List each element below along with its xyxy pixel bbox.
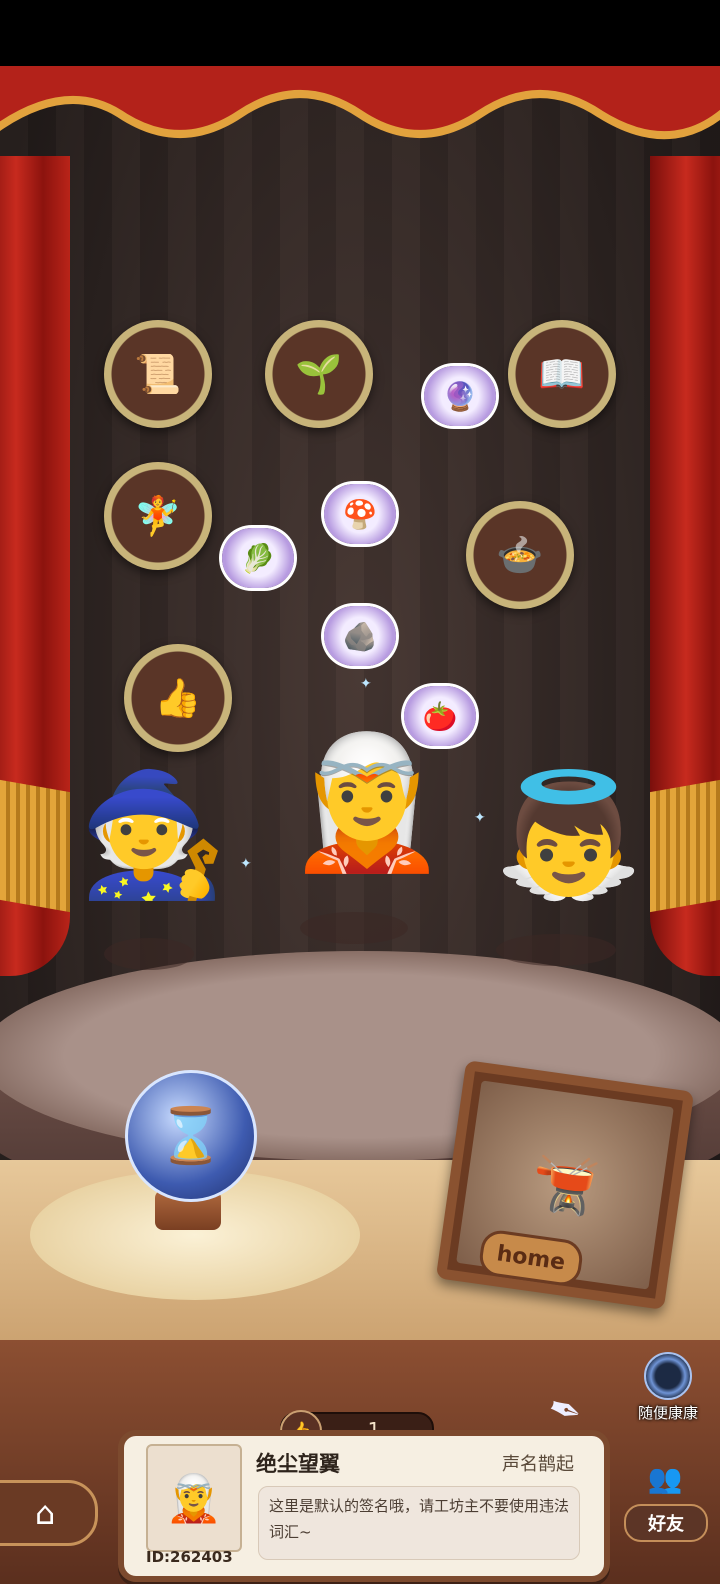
- sprout-icon: 🌱: [295, 351, 343, 396]
- random-visit-button[interactable]: 随便康康: [634, 1352, 702, 1422]
- home-icon: ⌂: [34, 1494, 56, 1532]
- profile-card: 🧝 ID:262403 绝尘望翼 声名鹊起 这里是默认的签名哦，请工坊主不要使用…: [118, 1430, 610, 1582]
- friends-button[interactable]: 👥 好友: [616, 1462, 714, 1542]
- sparkle-icon: ✦: [360, 676, 372, 692]
- certificate-icon: 📜: [134, 351, 182, 396]
- cauldron-picture-icon: 🫕: [527, 1148, 603, 1221]
- random-visit-label: 随便康康: [637, 1404, 698, 1422]
- thumb-plant-icon: 👍: [154, 675, 202, 720]
- player-title: 声名鹊起: [502, 1454, 574, 1475]
- player-id: ID:262403: [146, 1548, 233, 1566]
- sparkle-icon: ✦: [474, 810, 486, 826]
- status-bar: [0, 0, 720, 66]
- sparkle-icon: ✦: [240, 856, 252, 872]
- mushroom-bubble[interactable]: 🍄: [324, 484, 396, 544]
- friends-icon: 👥: [647, 1462, 683, 1495]
- ore-bubble[interactable]: 🪨: [324, 606, 396, 666]
- right-curtain-fringe: [650, 779, 720, 913]
- cauldron-medallion[interactable]: 🍲: [466, 501, 574, 609]
- hourglass-icon: ⌛: [157, 1104, 225, 1167]
- avatar[interactable]: 🧝: [146, 1444, 242, 1552]
- thumb-plant-medallion[interactable]: 👍: [124, 644, 232, 752]
- signature-text[interactable]: 这里是默认的签名哦，请工坊主不要使用违法词汇~: [258, 1486, 580, 1560]
- portal-icon: [644, 1352, 692, 1400]
- ore-icon: 🪨: [342, 619, 378, 653]
- left-curtain-fringe: [0, 779, 70, 913]
- cauldron-icon: 🍲: [496, 532, 544, 577]
- book-medallion[interactable]: 📖: [508, 320, 616, 428]
- orb-bubble[interactable]: 🔮: [424, 366, 496, 426]
- sprout-medallion[interactable]: 🌱: [265, 320, 373, 428]
- character-shadow: [300, 912, 408, 944]
- friends-label: 好友: [624, 1504, 708, 1542]
- leek-bubble[interactable]: 🥬: [222, 528, 294, 588]
- fairy-medallion[interactable]: 🧚: [104, 462, 212, 570]
- player-name: 绝尘望翼: [256, 1452, 340, 1476]
- gem-orb-icon: 🔮: [442, 379, 478, 413]
- hourglass-orb-button[interactable]: ⌛: [125, 1070, 257, 1202]
- caged-angel-character[interactable]: 👼: [494, 766, 643, 906]
- mushroom-icon: 🍄: [342, 497, 378, 531]
- fairy-icon: 🧚: [134, 493, 182, 538]
- ice-fairy-character[interactable]: 🧝: [286, 726, 448, 879]
- character-shadow: [496, 934, 616, 966]
- theater-stage: 📜 🌱 📖 🧚 🍲 👍 🔮 🍄 🥬 🪨 🍅 ✦ ✦ ✦ 🧙 🧝 👼: [0, 66, 720, 1584]
- avatar-glyph: 🧝: [165, 1470, 223, 1525]
- witch-glyph: 🧙: [78, 766, 228, 905]
- certificate-medallion[interactable]: 📜: [104, 320, 212, 428]
- witch-key-character[interactable]: 🧙: [78, 766, 227, 906]
- character-shadow: [104, 938, 194, 970]
- fairy-glyph: 🧝: [286, 726, 448, 878]
- book-icon: 📖: [538, 351, 586, 396]
- home-button[interactable]: ⌂: [0, 1480, 98, 1546]
- leek-icon: 🥬: [240, 541, 276, 575]
- angel-glyph: 👼: [494, 766, 644, 905]
- curtain-valance: [0, 66, 720, 140]
